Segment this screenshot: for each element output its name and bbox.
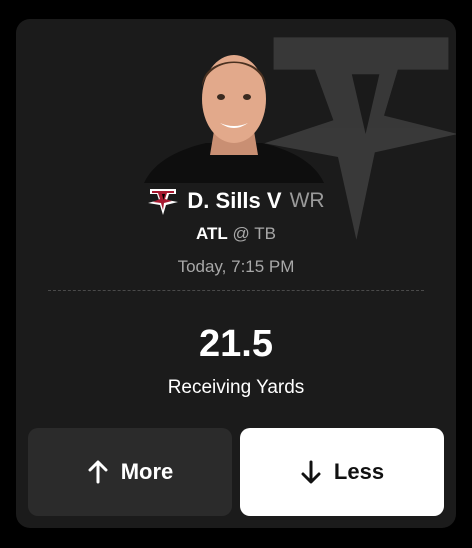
projection-card[interactable]: D. Sills V WR ATL @ TB Today, 7:15 PM 21… [16, 19, 456, 528]
player-photo [144, 55, 324, 183]
arrow-down-icon [301, 460, 321, 484]
divider [48, 290, 424, 291]
less-button-label: Less [333, 459, 385, 484]
falcons-logo-icon [148, 189, 179, 215]
player-position: WR [289, 189, 325, 212]
matchup-separator: @ [232, 224, 250, 243]
less-button[interactable]: Less [240, 428, 444, 516]
projection-stat: Receiving Yards [167, 377, 305, 398]
player-name: D. Sills V [187, 188, 282, 213]
arrow-up-icon [88, 460, 108, 484]
more-button-label: More [120, 459, 174, 484]
matchup-team: ATL [196, 224, 228, 243]
game-time: Today, 7:15 PM [177, 257, 295, 276]
more-button[interactable]: More [28, 428, 232, 516]
projection-line: 21.5 [199, 323, 273, 365]
matchup-opponent: TB [254, 224, 276, 243]
matchup: ATL @ TB [16, 224, 456, 244]
